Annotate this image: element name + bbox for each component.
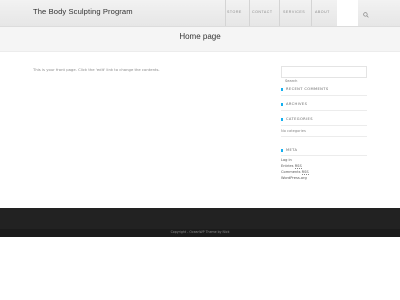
- footer-widgets: [0, 208, 400, 229]
- widget-divider: [281, 110, 367, 111]
- nav-separator: [279, 0, 280, 26]
- page-content: This is your front page. Click the 'edit…: [33, 67, 160, 72]
- nav-separator: [311, 0, 312, 26]
- no-categories-text: No categories: [281, 129, 306, 133]
- nav-separator: [225, 0, 226, 26]
- nav-item-contact[interactable]: CONTACT: [252, 10, 273, 14]
- search-toggle-button[interactable]: [361, 8, 370, 18]
- widget-title-categories: CATEGORIES: [281, 117, 313, 121]
- widget-divider: [281, 95, 367, 96]
- widget-title-recent-comments: RECENT COMMENTS: [281, 87, 329, 91]
- widget-divider: [281, 125, 367, 126]
- nav-item-about[interactable]: ABOUT: [315, 10, 330, 14]
- nav-item-store[interactable]: STORE: [227, 10, 242, 14]
- meta-link-login[interactable]: Log in: [281, 158, 292, 162]
- meta-link-wordpress[interactable]: WordPress.org: [281, 176, 307, 180]
- widget-title-archives: ARCHIVES: [281, 102, 307, 106]
- meta-link-comments-rss[interactable]: Comments RSS: [281, 170, 309, 175]
- search-input[interactable]: [282, 76, 365, 86]
- site-footer: Copyright - OceanWP Theme by Nick: [0, 208, 400, 237]
- page-title: Home page: [179, 32, 221, 41]
- nav-separator: [249, 0, 250, 26]
- rss-abbr: RSS: [294, 164, 302, 169]
- page-header: Home page: [0, 27, 400, 52]
- meta-link-comments-label: Comments: [281, 170, 301, 174]
- widget-divider: [281, 155, 367, 156]
- nav-active-slot: [337, 0, 358, 26]
- widget-title-meta: META: [281, 148, 297, 152]
- footer-bottom: Copyright - OceanWP Theme by Nick: [0, 229, 400, 237]
- widget-divider: [281, 136, 367, 137]
- search-form: [281, 66, 367, 86]
- rss-abbr: RSS: [301, 170, 309, 175]
- site-title[interactable]: The Body Sculpting Program: [33, 7, 133, 16]
- search-icon: [362, 3, 369, 22]
- site-header: The Body Sculpting Program STORE CONTACT…: [0, 0, 400, 27]
- nav-item-services[interactable]: SERVICES: [283, 10, 305, 14]
- footer-copyright: Copyright - OceanWP Theme by Nick: [170, 230, 230, 234]
- meta-link-entries-rss[interactable]: Entries RSS: [281, 164, 302, 169]
- meta-link-entries-label: Entries: [281, 164, 294, 168]
